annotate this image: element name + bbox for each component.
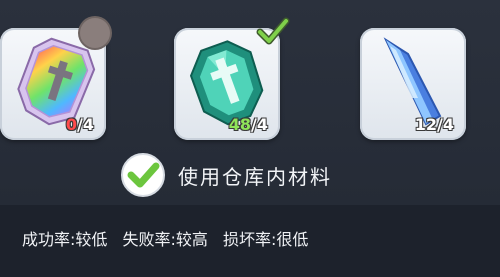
required-count: /4 [77, 115, 94, 134]
material-count: 0/4 [66, 115, 94, 134]
material-slot-blue-crystal[interactable]: 12/4 [360, 28, 466, 140]
owned-count: 48 [228, 115, 252, 134]
use-storage-toggle[interactable]: 使用仓库内材料 [120, 152, 332, 198]
damage-rate: 损坏率:很低 [223, 230, 309, 249]
failure-rate: 失败率:较高 [122, 230, 208, 249]
success-rate: 成功率:较低 [22, 230, 108, 249]
checkbox-checked-icon[interactable] [120, 152, 166, 198]
rates-line: 成功率:较低 失败率:较高 损坏率:很低 [22, 226, 318, 250]
owned-count: 0 [65, 115, 78, 134]
selected-check-icon [256, 17, 290, 45]
material-count: 48/4 [229, 115, 268, 134]
use-storage-label: 使用仓库内材料 [178, 164, 332, 189]
required-count: /4 [251, 115, 268, 134]
unselected-indicator[interactable] [80, 18, 110, 48]
owned-count: 12 [414, 115, 438, 134]
required-count: /4 [437, 115, 454, 134]
material-count: 12/4 [415, 115, 454, 134]
